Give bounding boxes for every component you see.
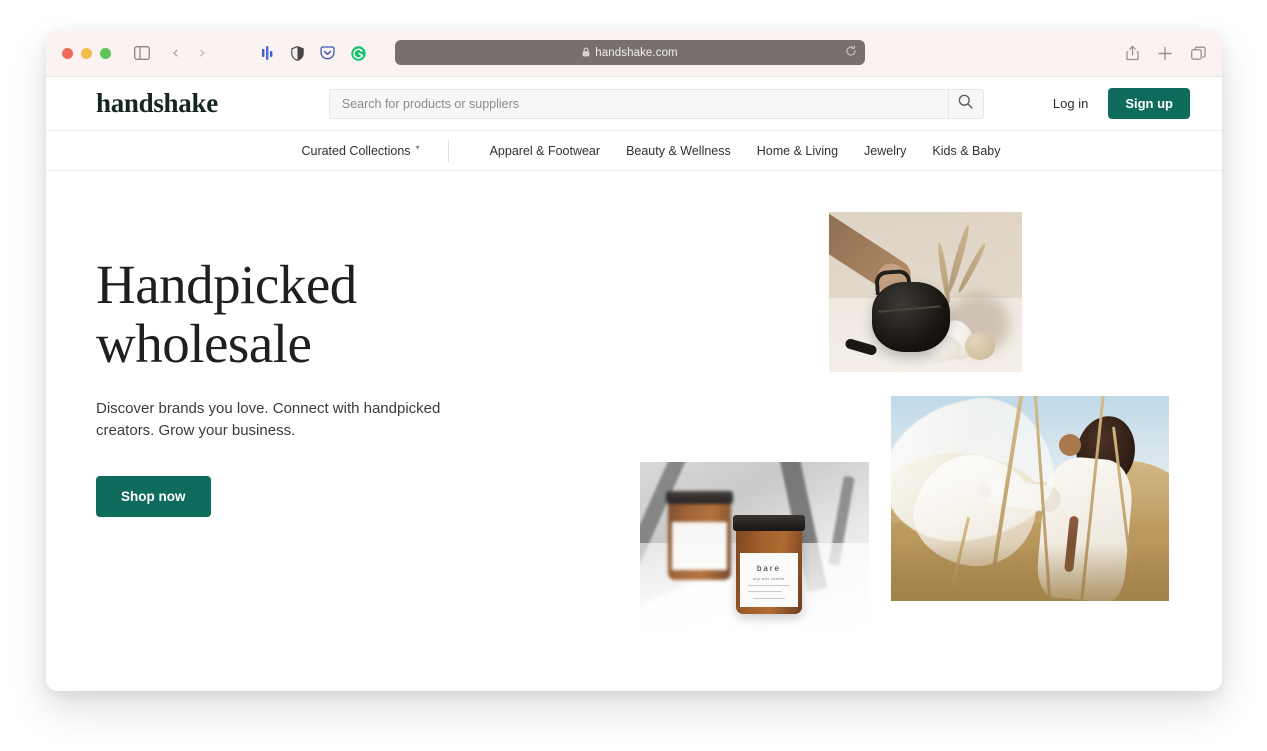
chevron-down-icon: ▾ <box>415 143 420 152</box>
jar-brand-text: bare <box>756 564 781 573</box>
category-nav: Curated Collections ▾ Apparel & Footwear… <box>46 131 1222 171</box>
browser-nav-arrows: ‹ › <box>172 44 206 62</box>
sidebar-icon[interactable] <box>134 46 150 60</box>
site-header: handshake Log in Sign up <box>46 77 1222 131</box>
share-icon[interactable] <box>1126 45 1139 61</box>
candle-scene: bare soy wax candle <box>640 462 869 630</box>
bag-scene <box>829 212 1022 372</box>
signup-button[interactable]: Sign up <box>1108 88 1190 119</box>
shield-icon[interactable] <box>290 45 304 61</box>
hero-copy: Handpicked wholesale Discover brands you… <box>96 255 566 517</box>
hero-section: Handpicked wholesale Discover brands you… <box>46 171 1222 691</box>
decor-stone <box>965 332 995 360</box>
url-text: handshake.com <box>595 46 678 59</box>
extension-icons <box>261 45 366 61</box>
hero-title-line-2: wholesale <box>96 313 312 374</box>
label-rule <box>753 598 785 599</box>
grammarly-icon[interactable] <box>350 45 366 61</box>
nav-divider <box>447 139 449 162</box>
new-tab-icon[interactable] <box>1158 46 1172 60</box>
page-title: Handpicked wholesale <box>96 255 566 373</box>
hero-image-field[interactable] <box>891 396 1169 601</box>
reload-icon[interactable] <box>845 44 857 62</box>
candle-jar-front: bare soy wax candle <box>733 515 805 614</box>
jar-lid <box>666 491 733 504</box>
search-button[interactable] <box>947 88 984 119</box>
browser-toolbar: ‹ › handshake.com <box>46 30 1222 77</box>
close-window-button[interactable] <box>62 47 73 59</box>
candle-jar-back <box>666 491 733 580</box>
nav-item-beauty-wellness[interactable]: Beauty & Wellness <box>613 144 744 158</box>
nav-item-label: Curated Collections <box>301 143 411 158</box>
jar-sub-text: soy wax candle <box>753 577 785 581</box>
browser-window: ‹ › handshake.com handshake Search for p… <box>46 30 1222 691</box>
foreground-grass <box>891 543 1169 601</box>
search-icon <box>958 94 974 114</box>
search-input[interactable] <box>328 88 984 119</box>
back-button[interactable]: ‹ <box>172 44 179 62</box>
login-link[interactable]: Log in <box>1053 96 1088 111</box>
black-belt-bag <box>872 282 950 352</box>
lock-icon <box>582 47 590 59</box>
tab-overview-icon[interactable] <box>1191 46 1206 60</box>
model-neck <box>1059 434 1081 456</box>
hero-title-line-1: Handpicked <box>96 254 357 315</box>
address-bar[interactable]: handshake.com <box>395 40 865 65</box>
nav-item-home-living[interactable]: Home & Living <box>744 144 851 158</box>
forward-button[interactable]: › <box>199 44 206 62</box>
nav-item-kids-baby[interactable]: Kids & Baby <box>919 144 1013 158</box>
label-rule <box>748 585 790 586</box>
nav-item-jewelry[interactable]: Jewelry <box>851 144 919 158</box>
field-scene <box>891 396 1169 601</box>
page-content: handshake Log in Sign up <box>46 77 1222 691</box>
toolbar-right-icons <box>1126 45 1206 61</box>
label-rule <box>748 591 782 592</box>
handshake-logo[interactable]: handshake <box>96 88 218 119</box>
jar-lid <box>733 515 805 531</box>
bar-chart-icon[interactable] <box>261 46 275 60</box>
zoom-window-button[interactable] <box>100 47 111 59</box>
hero-image-bag[interactable] <box>829 212 1022 372</box>
header-actions: Log in Sign up <box>1053 88 1190 119</box>
nav-item-apparel-footwear[interactable]: Apparel & Footwear <box>477 144 613 158</box>
traffic-lights <box>62 47 111 59</box>
search-bar <box>328 88 984 119</box>
nav-item-curated-collections[interactable]: Curated Collections ▾ <box>288 143 425 158</box>
hero-subtitle: Discover brands you love. Connect with h… <box>96 400 441 439</box>
jar-label: bare soy wax candle <box>740 553 798 607</box>
jar-label <box>672 522 727 570</box>
pocket-icon[interactable] <box>319 46 335 60</box>
shop-now-button[interactable]: Shop now <box>96 476 211 517</box>
hero-image-candle-jars[interactable]: bare soy wax candle <box>640 462 869 630</box>
minimize-window-button[interactable] <box>81 47 92 59</box>
screenshot-stage: ‹ › handshake.com handshake Search for p… <box>0 0 1267 751</box>
